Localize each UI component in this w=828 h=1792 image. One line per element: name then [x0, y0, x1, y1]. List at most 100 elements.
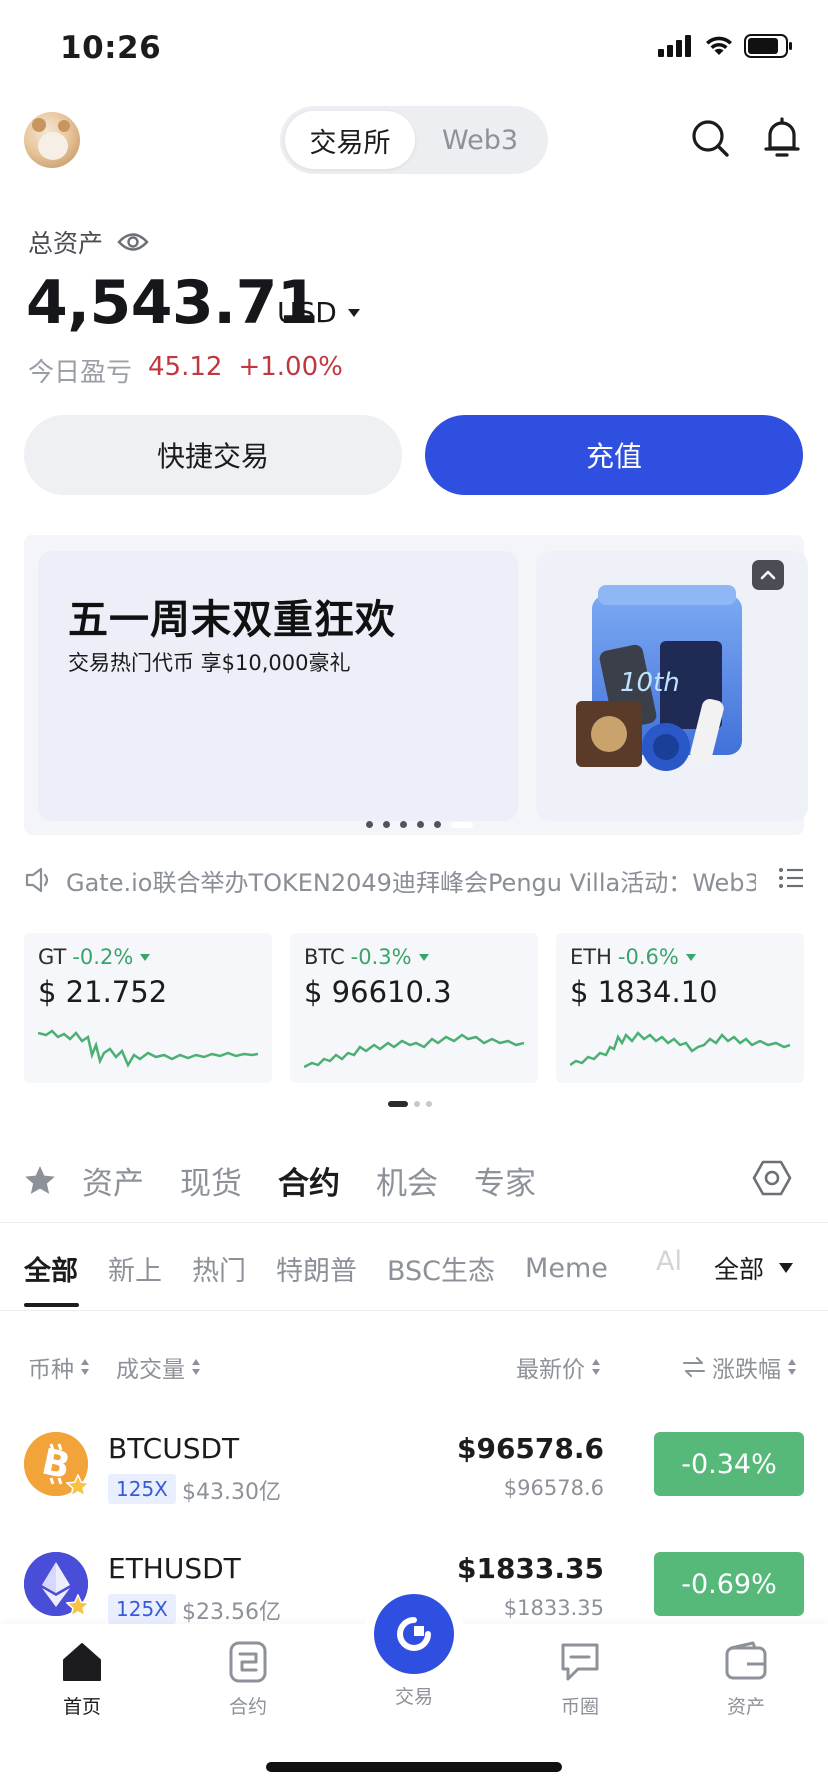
change-badge[interactable]: -0.69%: [654, 1552, 804, 1616]
ticker-card-eth[interactable]: ETH -0.6% $ 1834.10: [556, 933, 804, 1083]
bell-icon[interactable]: [760, 116, 804, 160]
ticker-card-btc[interactable]: BTC -0.3% $ 96610.3: [290, 933, 538, 1083]
chat-icon: [561, 1643, 599, 1681]
tab-assets[interactable]: 资产: [82, 1158, 144, 1203]
sort-icon: [81, 1359, 89, 1375]
ticker-symbol: GT: [38, 945, 67, 969]
battery-icon: [744, 34, 792, 58]
nav-home-label: 首页: [62, 1696, 101, 1718]
caret-down-icon: [347, 308, 360, 317]
tab-experts[interactable]: 专家: [474, 1158, 536, 1203]
divider: [0, 1222, 828, 1223]
tab-futures[interactable]: 合约: [278, 1158, 340, 1203]
trade-button[interactable]: [374, 1594, 454, 1674]
trade-icon: [397, 1617, 431, 1651]
deposit-button[interactable]: 充值: [425, 415, 803, 495]
avatar[interactable]: [24, 112, 80, 168]
tab-web3[interactable]: Web3: [418, 111, 542, 169]
col-volume-label: 成交量: [116, 1357, 185, 1383]
currency-label: USD: [277, 296, 337, 329]
ticker-page-dot: [426, 1101, 432, 1107]
total-assets-label: 总资产: [28, 224, 149, 260]
filter-dropdown-label: 全部: [714, 1255, 765, 1284]
currency-selector[interactable]: USD: [277, 296, 361, 329]
banner-collapse-button[interactable]: [752, 560, 784, 590]
col-change[interactable]: 涨跌幅: [682, 1350, 797, 1384]
ticker-change: -0.3%: [350, 945, 412, 969]
col-coin-label: 币种: [28, 1357, 74, 1383]
down-triangle-icon: [418, 953, 429, 961]
subtab-hot[interactable]: 热门: [192, 1249, 246, 1288]
nav-trade-label: 交易: [394, 1686, 433, 1708]
tab-exchange[interactable]: 交易所: [285, 111, 415, 169]
favorite-star-icon[interactable]: [66, 1594, 90, 1617]
banner-dot-active: [451, 821, 473, 828]
subtab-ai-faded[interactable]: Al: [656, 1246, 682, 1277]
col-volume[interactable]: 成交量: [116, 1350, 201, 1384]
last-price: $1833.35: [456, 1552, 604, 1585]
wifi-icon: [706, 36, 732, 55]
nav-trade[interactable]: 交易: [364, 1682, 464, 1709]
pnl-label: 今日盈亏: [28, 358, 133, 388]
search-icon[interactable]: [688, 116, 732, 160]
announcement-bar[interactable]: Gate.io联合举办TOKEN2049迪拜峰会Pengu Villa活动：We…: [24, 862, 804, 898]
favorites-star-icon[interactable]: [24, 1165, 56, 1195]
main-tabs: 资产 现货 合约 机会 专家: [24, 1152, 572, 1208]
promo-banner[interactable]: 五一周末双重狂欢 交易热门代币 享$10,000豪礼 10th: [24, 535, 808, 835]
col-change-label: 涨跌幅: [712, 1357, 781, 1383]
speaker-icon: [25, 867, 49, 893]
svg-text:10th: 10th: [620, 668, 680, 698]
exchange-web3-switch: 交易所 Web3: [280, 106, 548, 174]
nav-home[interactable]: 首页: [32, 1640, 132, 1719]
total-assets-value: 4,543.71: [26, 268, 319, 338]
ticker-price: $ 1834.10: [570, 975, 718, 1009]
favorite-star-icon[interactable]: [66, 1474, 90, 1497]
nav-assets[interactable]: 资产: [696, 1640, 796, 1719]
banner-dot: [434, 821, 441, 828]
tab-spot[interactable]: 现货: [180, 1158, 242, 1203]
subtab-active-underline: [24, 1303, 79, 1307]
eye-icon[interactable]: [117, 231, 149, 253]
pnl-value: 45.12: [148, 352, 223, 382]
subtab-meme[interactable]: Meme: [525, 1253, 608, 1284]
quick-trade-button[interactable]: 快捷交易: [24, 415, 402, 495]
announcement-text: Gate.io联合举办TOKEN2049迪拜峰会Pengu Villa活动：We…: [66, 868, 756, 897]
last-price-usd: $96578.6: [503, 1476, 604, 1500]
down-triangle-icon: [140, 953, 151, 961]
ticker-card-gt[interactable]: GT -0.2% $ 21.752: [24, 933, 272, 1083]
settings-icon[interactable]: [752, 1158, 792, 1198]
subtab-trump[interactable]: 特朗普: [276, 1249, 357, 1288]
nav-contract[interactable]: 合约: [198, 1640, 298, 1719]
signal-icon: [658, 35, 691, 57]
ticker-sparkline: [304, 1033, 524, 1069]
change-badge[interactable]: -0.34%: [654, 1432, 804, 1496]
wallet-icon: [725, 1641, 767, 1680]
filter-dropdown[interactable]: 全部: [708, 1250, 795, 1286]
pair-name: ETHUSDT: [108, 1552, 241, 1585]
banner-title: 五一周末双重狂欢: [68, 597, 396, 643]
leverage-badge: 125X: [108, 1594, 176, 1624]
subtab-bsc[interactable]: BSC生态: [387, 1249, 495, 1288]
col-price[interactable]: 最新价: [516, 1350, 601, 1384]
home-indicator: [266, 1762, 562, 1772]
status-icons: [658, 34, 794, 58]
list-icon[interactable]: [778, 866, 804, 890]
ticker-page-dot-active: [388, 1101, 408, 1107]
ticker-change: -0.6%: [617, 945, 679, 969]
pair-name: BTCUSDT: [108, 1432, 240, 1465]
ticker-head: ETH -0.6%: [570, 945, 697, 969]
last-price: $96578.6: [456, 1432, 604, 1465]
subtab-new[interactable]: 新上: [108, 1249, 162, 1288]
pnl-percent: +1.00%: [238, 352, 343, 382]
sub-tabs: 全部 新上 热门 特朗普 BSC生态 Meme: [24, 1246, 638, 1290]
banner-main-card[interactable]: 五一周末双重狂欢 交易热门代币 享$10,000豪礼: [38, 551, 518, 828]
ticker-symbol: ETH: [570, 945, 612, 969]
subtab-all[interactable]: 全部: [24, 1249, 78, 1288]
leverage-badge: 125X: [108, 1474, 176, 1504]
market-row-btc[interactable]: B BTCUSDT 125X $43.30亿 $96578.6 $96578.6…: [0, 1432, 828, 1540]
banner-prize-image[interactable]: 10th: [536, 551, 808, 821]
tab-opportunities[interactable]: 机会: [376, 1158, 438, 1203]
col-coin[interactable]: 币种: [28, 1350, 90, 1384]
banner-subtitle: 交易热门代币 享$10,000豪礼: [68, 651, 351, 675]
nav-moments[interactable]: 币圈: [530, 1640, 630, 1719]
